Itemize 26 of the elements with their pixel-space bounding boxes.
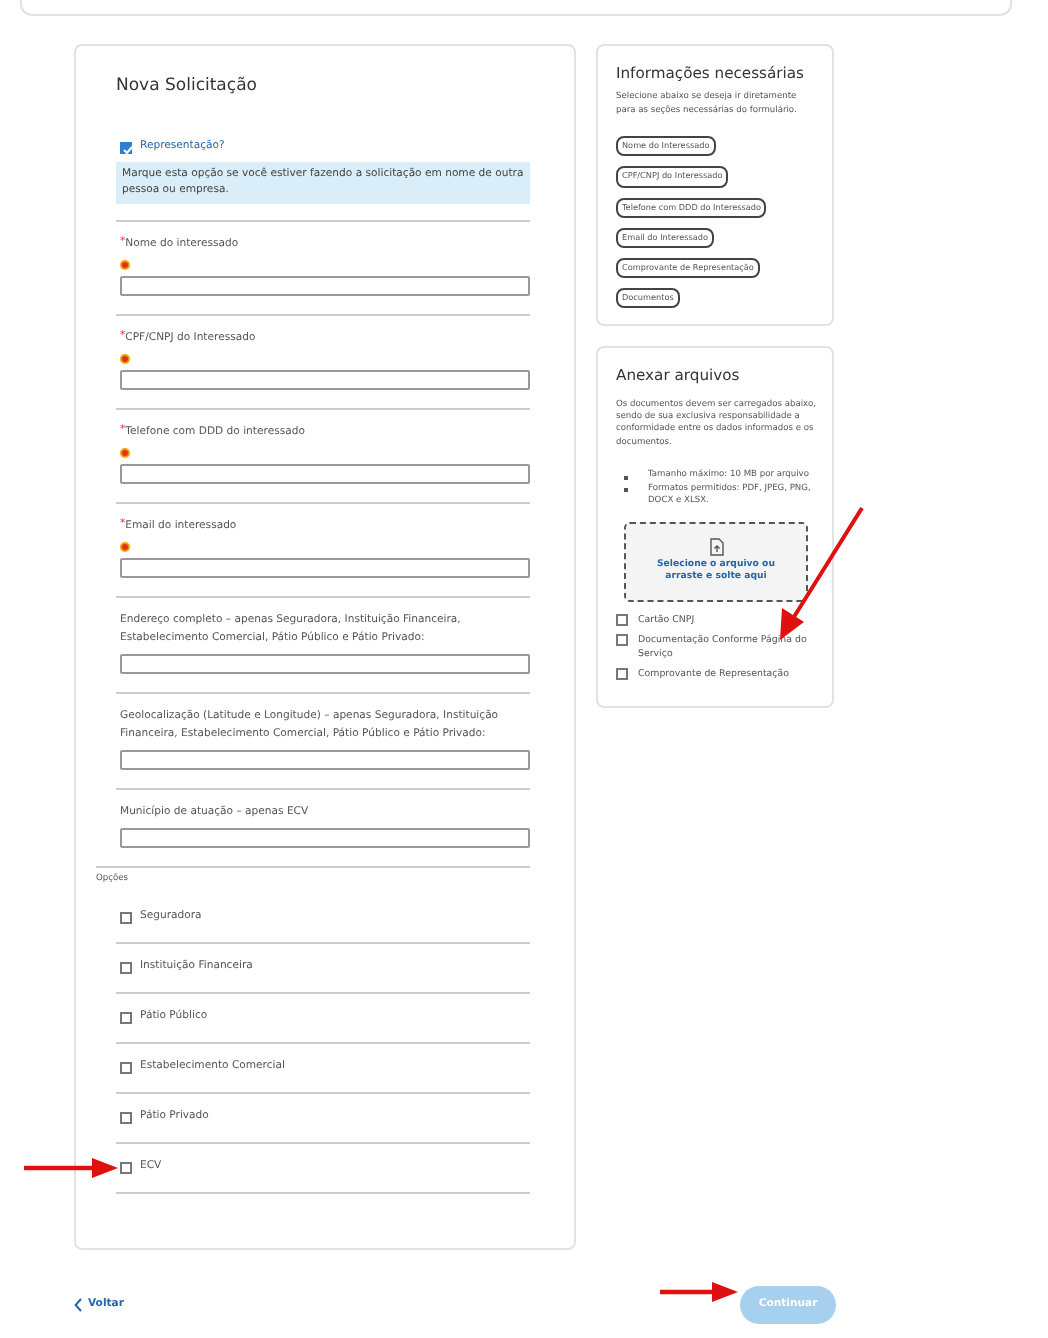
- annotation-arrow: [24, 1156, 120, 1180]
- input-field[interactable]: [120, 463, 530, 484]
- error-icon: [120, 259, 130, 270]
- annotation-arrow: [660, 1280, 740, 1304]
- input-field[interactable]: [120, 827, 530, 848]
- checkbox[interactable]: [120, 1011, 132, 1024]
- error-icon: [120, 353, 130, 364]
- input-field[interactable]: [120, 557, 530, 578]
- input-field[interactable]: [120, 275, 530, 296]
- checkbox[interactable]: [120, 912, 132, 925]
- error-icon: [120, 541, 130, 552]
- input-field[interactable]: [120, 369, 530, 390]
- checkbox[interactable]: [120, 961, 132, 974]
- error-icon: [120, 447, 130, 458]
- checkbox[interactable]: [120, 141, 132, 154]
- chevron-left-icon: [74, 1298, 82, 1312]
- checkbox[interactable]: [616, 667, 628, 680]
- checkbox[interactable]: [120, 1061, 132, 1074]
- checkbox[interactable]: [120, 1111, 132, 1124]
- file-upload-icon: [709, 537, 723, 556]
- input-field[interactable]: [120, 653, 530, 674]
- input-field[interactable]: [120, 749, 530, 770]
- form-title: Nova Solicitação: [116, 74, 259, 100]
- checkbox[interactable]: [616, 613, 628, 626]
- checkbox[interactable]: [120, 1161, 132, 1174]
- checkbox[interactable]: [616, 633, 628, 646]
